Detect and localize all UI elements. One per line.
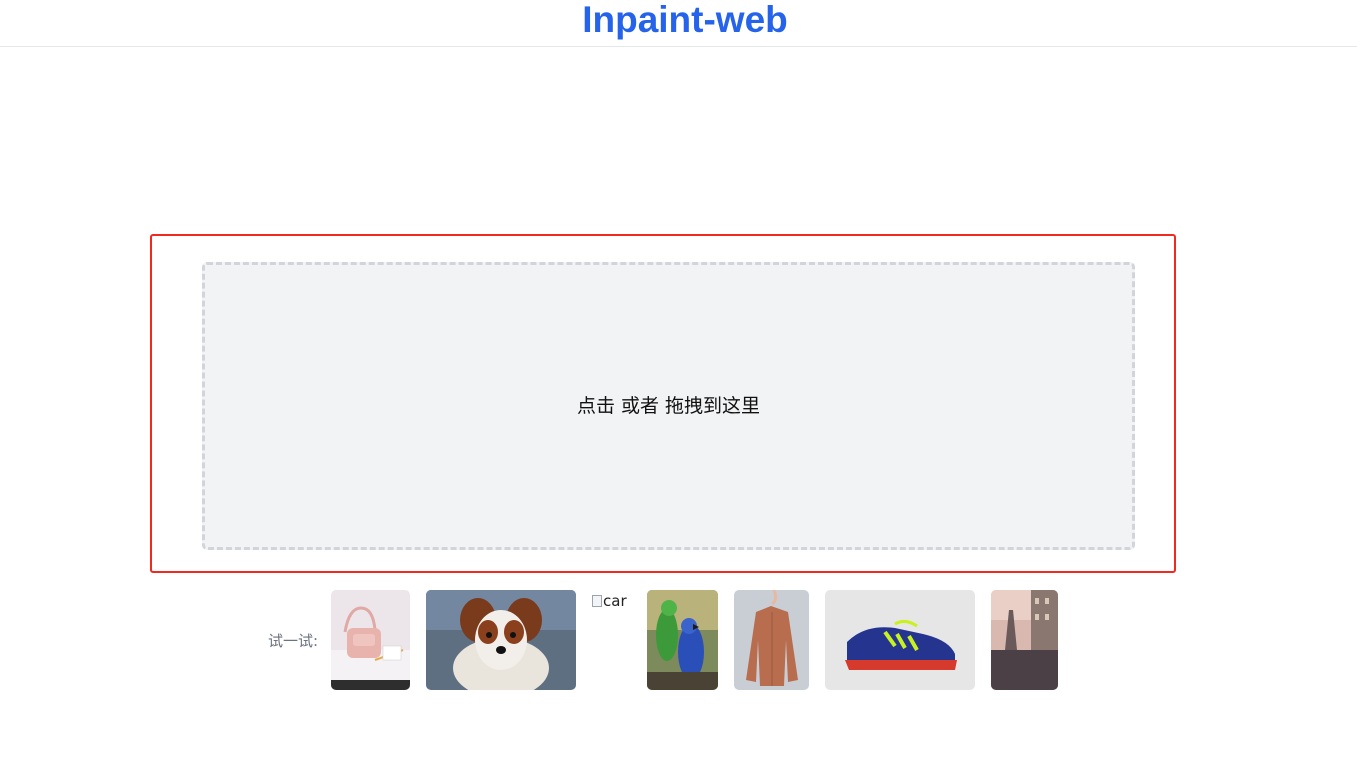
example-image-jacket[interactable] [734, 590, 809, 690]
dropzone-prompt: 点击 或者 拖拽到这里 [576, 395, 761, 417]
example-image-dog[interactable] [426, 590, 576, 690]
example-image-parrots[interactable] [647, 590, 718, 690]
broken-image-icon [592, 595, 602, 607]
example-image-sneaker[interactable] [825, 590, 975, 690]
example-image-bag[interactable] [331, 590, 410, 690]
example-image-car[interactable]: car [592, 590, 632, 614]
example-image-paris[interactable] [991, 590, 1058, 690]
file-dropzone[interactable]: 点击 或者 拖拽到这里 [202, 262, 1135, 550]
app-header: Inpaint-web [0, 0, 1357, 47]
page-title: Inpaint-web [582, 0, 788, 40]
car-alt-text: car [603, 592, 627, 610]
examples-label: 试一试: [267, 632, 318, 650]
